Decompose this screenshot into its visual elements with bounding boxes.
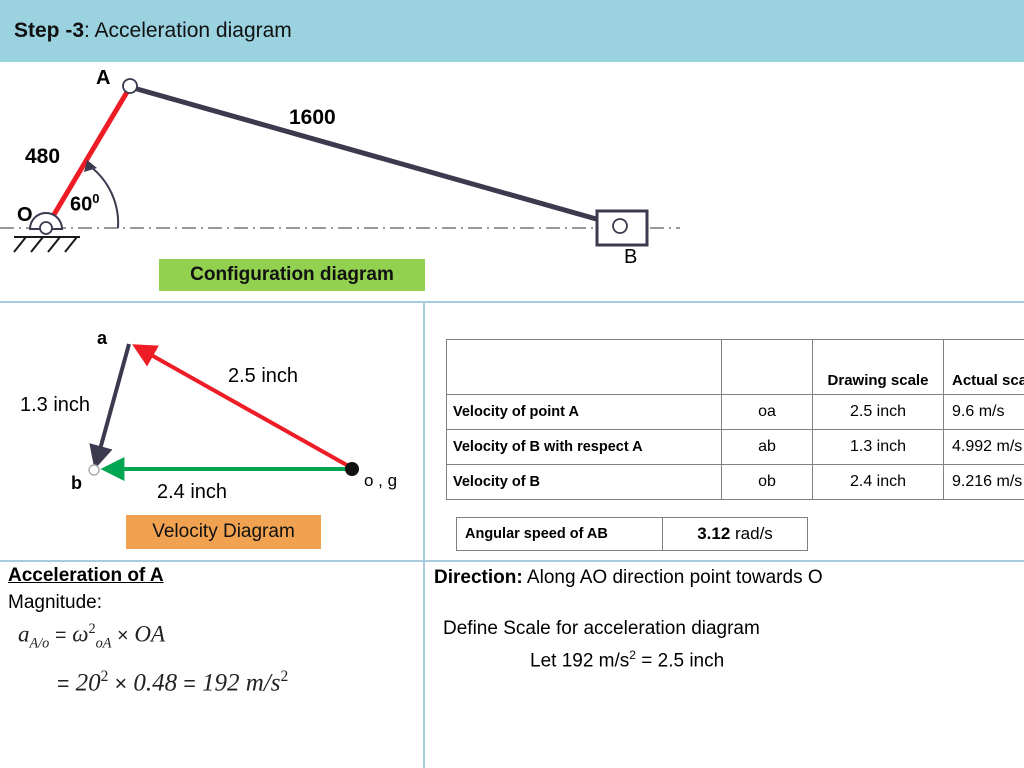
angle-degree-symbol: 0 <box>92 191 100 206</box>
acceleration-formula-line-1: aA/o = ω2oA × OA <box>18 621 165 652</box>
joint-a-circle <box>122 78 138 94</box>
step-label: Step -3 <box>14 19 85 42</box>
result-value: 192 <box>202 669 240 697</box>
caption-configuration-diagram: Configuration diagram <box>159 259 425 291</box>
formula-a-symbol: a <box>18 621 30 647</box>
velocity-point-b <box>88 464 100 476</box>
row-actual-scale: 4.992 m/s <box>943 429 1024 465</box>
formula-omega-exponent: 2 <box>88 621 96 637</box>
row-drawing-scale: 1.3 inch <box>812 429 944 465</box>
result-exponent: 2 <box>100 668 109 685</box>
label-velocity-point-b: b <box>71 473 82 493</box>
row-symbol: ob <box>721 464 813 500</box>
angular-speed-value: 3.12 rad/s <box>662 517 808 551</box>
header-description <box>446 339 722 395</box>
acceleration-magnitude-label: Magnitude: <box>8 592 103 613</box>
angular-speed-row: Angular speed of AB 3.12 rad/s <box>456 517 808 551</box>
row-description: Velocity of B with respect A <box>446 429 722 465</box>
label-point-a: A <box>96 67 111 89</box>
label-vector-oa-length: 2.5 inch <box>228 365 299 387</box>
let-scale-exponent: 2 <box>629 648 636 662</box>
let-scale-text: Let 192 m/s2 = 2.5 inch <box>530 648 724 672</box>
label-rod-length: 1600 <box>289 106 336 129</box>
row-drawing-scale: 2.4 inch <box>812 464 944 500</box>
velocity-results-table: Drawing scale Actual scale Velocity of p… <box>446 339 1024 500</box>
table-row: Velocity of B with respect A ab 1.3 inch… <box>446 429 1024 465</box>
slider-block-b <box>595 209 649 247</box>
acceleration-heading: Acceleration of A <box>8 565 164 586</box>
label-point-b: B <box>624 246 638 268</box>
result-times: × <box>114 671 128 696</box>
divider-horizontal-middle <box>0 560 1024 562</box>
header-actual-scale: Actual scale <box>943 339 1024 395</box>
label-vector-ab-length: 1.3 inch <box>20 394 91 416</box>
joint-b-circle <box>612 218 628 234</box>
row-actual-scale: 9.216 m/s <box>943 464 1024 500</box>
acceleration-formula-line-2: = 202 × 0.48 = 192 m/s2 <box>57 668 288 697</box>
row-drawing-scale: 2.5 inch <box>812 394 944 430</box>
angle-value: 60 <box>70 193 93 216</box>
row-symbol: ab <box>721 429 813 465</box>
pivot-bearing-body <box>28 212 64 230</box>
row-symbol: oa <box>721 394 813 430</box>
row-description: Velocity of point A <box>446 394 722 430</box>
angular-speed-label: Angular speed of AB <box>456 517 663 551</box>
table-header-row: Drawing scale Actual scale <box>446 339 1024 395</box>
direction-text: Along AO direction point towards O <box>526 567 823 588</box>
step-title-rest: : Acceleration diagram <box>84 19 292 42</box>
table-row: Velocity of B ob 2.4 inch 9.216 m/s <box>446 464 1024 500</box>
pivot-joint-circle <box>39 221 53 235</box>
result-unit: m/s <box>245 669 281 697</box>
table-row: Velocity of point A oa 2.5 inch 9.6 m/s <box>446 394 1024 430</box>
formula-oa: OA <box>134 621 165 647</box>
row-actual-scale: 9.6 m/s <box>943 394 1024 430</box>
formula-omega: ω <box>72 621 89 647</box>
angular-speed-unit: rad/s <box>735 524 773 543</box>
row-description: Velocity of B <box>446 464 722 500</box>
let-scale-prefix: Let 192 m/s <box>530 650 630 672</box>
header-drawing-scale: Drawing scale <box>812 339 944 395</box>
formula-omega-subscript: oA <box>95 635 112 652</box>
result-equals-2: = <box>183 671 196 696</box>
formula-equals: = <box>55 624 67 647</box>
label-velocity-pole-og: o , g <box>364 471 398 490</box>
ground-hatch <box>47 236 61 253</box>
formula-a-subscript: A/o <box>29 635 50 652</box>
label-crank-length: 480 <box>25 145 61 168</box>
label-velocity-point-a: a <box>97 328 108 348</box>
direction-label: Direction: <box>434 567 523 588</box>
result-unit-exponent: 2 <box>280 668 289 685</box>
ground-hatch <box>13 236 27 253</box>
page-title: Step -3: Acceleration diagram <box>14 19 292 43</box>
divider-vertical <box>423 301 425 768</box>
let-scale-suffix: = 2.5 inch <box>635 650 725 672</box>
angular-speed-number: 3.12 <box>697 524 731 543</box>
label-vector-ob-length: 2.4 inch <box>157 481 228 503</box>
velocity-pole-point <box>345 462 359 476</box>
header-symbol <box>721 339 813 395</box>
connecting-rod-ab <box>127 84 624 229</box>
angle-arrowhead <box>84 160 97 172</box>
caption-velocity-diagram: Velocity Diagram <box>126 515 321 549</box>
direction-line: Direction: Along AO direction point towa… <box>434 567 823 589</box>
formula-times: × <box>117 624 129 647</box>
result-factor: 0.48 <box>133 669 178 697</box>
vector-ab <box>89 343 131 470</box>
ground-hatch <box>30 236 44 253</box>
result-base: 20 <box>75 669 101 697</box>
label-crank-angle: 600 <box>70 191 99 217</box>
define-scale-text: Define Scale for acceleration diagram <box>443 618 760 639</box>
divider-horizontal-top <box>0 301 1024 303</box>
label-point-o: O <box>17 204 33 226</box>
angular-speed-table: Angular speed of AB 3.12 rad/s <box>456 517 808 551</box>
result-equals: = <box>57 671 70 696</box>
ground-hatch <box>64 236 78 253</box>
